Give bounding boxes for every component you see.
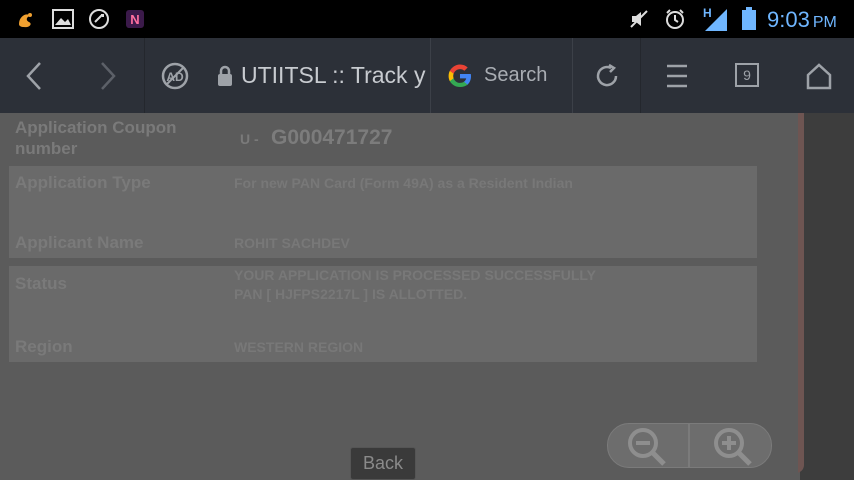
- browser-toolbar: AD UTIITSL :: Track y Search 9: [0, 38, 854, 113]
- menu-icon: [667, 64, 687, 87]
- coupon-number: G000471727: [271, 126, 393, 149]
- application-type-value: For new PAN Card (Form 49A) as a Residen…: [234, 175, 573, 191]
- page-right-area: [800, 113, 854, 480]
- google-icon: [444, 38, 476, 113]
- application-info-box: Application Type For new PAN Card (Form …: [9, 166, 757, 258]
- reload-button[interactable]: [590, 38, 624, 113]
- url-bar-text[interactable]: UTIITSL :: Track y: [241, 62, 427, 89]
- coupon-label: Application Coupon number: [15, 118, 177, 158]
- zoom-out-icon: [628, 427, 666, 466]
- application-type-label: Application Type: [15, 173, 151, 192]
- region-value: WESTERN REGION: [234, 339, 364, 355]
- application-status-card: Application Coupon number U - G000471727…: [0, 113, 798, 480]
- applicant-name-label: Applicant Name: [15, 233, 144, 252]
- zoom-in-button[interactable]: [689, 423, 772, 468]
- alarm-icon: [663, 7, 687, 31]
- status-bar: N H 9:03 PM: [0, 0, 854, 38]
- divider: [572, 38, 573, 113]
- lock-icon: [214, 38, 236, 113]
- zoom-out-button[interactable]: [607, 423, 689, 468]
- search-box[interactable]: Search: [484, 64, 547, 87]
- svg-text:N: N: [130, 12, 139, 27]
- tab-count-button[interactable]: 9: [735, 63, 759, 87]
- applicant-name-value: ROHIT SACHDEV: [234, 235, 350, 251]
- battery-icon: [737, 7, 761, 31]
- forward-nav-button[interactable]: [88, 38, 128, 113]
- zoom-in-icon: [713, 427, 752, 466]
- uc-browser-icon: [14, 7, 38, 31]
- divider: [640, 38, 641, 113]
- chevron-right-icon: [101, 61, 116, 90]
- adblock-button[interactable]: AD: [158, 38, 192, 113]
- status-line-2: PAN [ HJFPS2217L ] IS ALLOTTED.: [234, 286, 468, 302]
- reload-icon: [596, 63, 618, 86]
- coupon-prefix: U -: [240, 131, 259, 147]
- divider: [144, 38, 145, 113]
- status-label: Status: [15, 274, 67, 293]
- clock: 9:03 PM: [767, 7, 837, 32]
- gallery-icon: [51, 7, 75, 31]
- status-line-1: YOUR APPLICATION IS PROCESSED SUCCESSFUL…: [234, 267, 596, 283]
- chevron-left-icon: [26, 61, 41, 90]
- onenote-icon: N: [123, 7, 147, 31]
- back-nav-button[interactable]: [14, 38, 54, 113]
- home-icon: [806, 62, 832, 89]
- back-button[interactable]: Back: [350, 447, 416, 480]
- menu-button[interactable]: [660, 38, 694, 113]
- web-page: Application Coupon number U - G000471727…: [0, 113, 854, 480]
- home-button[interactable]: [802, 38, 836, 113]
- region-label: Region: [15, 337, 73, 356]
- mute-icon: [627, 7, 651, 31]
- svg-text:H: H: [703, 6, 712, 20]
- divider: [430, 38, 431, 113]
- signal-icon: H: [700, 6, 730, 31]
- status-box: Status YOUR APPLICATION IS PROCESSED SUC…: [9, 266, 757, 362]
- adblock-icon: AD: [161, 62, 189, 89]
- call-icon: [87, 7, 111, 31]
